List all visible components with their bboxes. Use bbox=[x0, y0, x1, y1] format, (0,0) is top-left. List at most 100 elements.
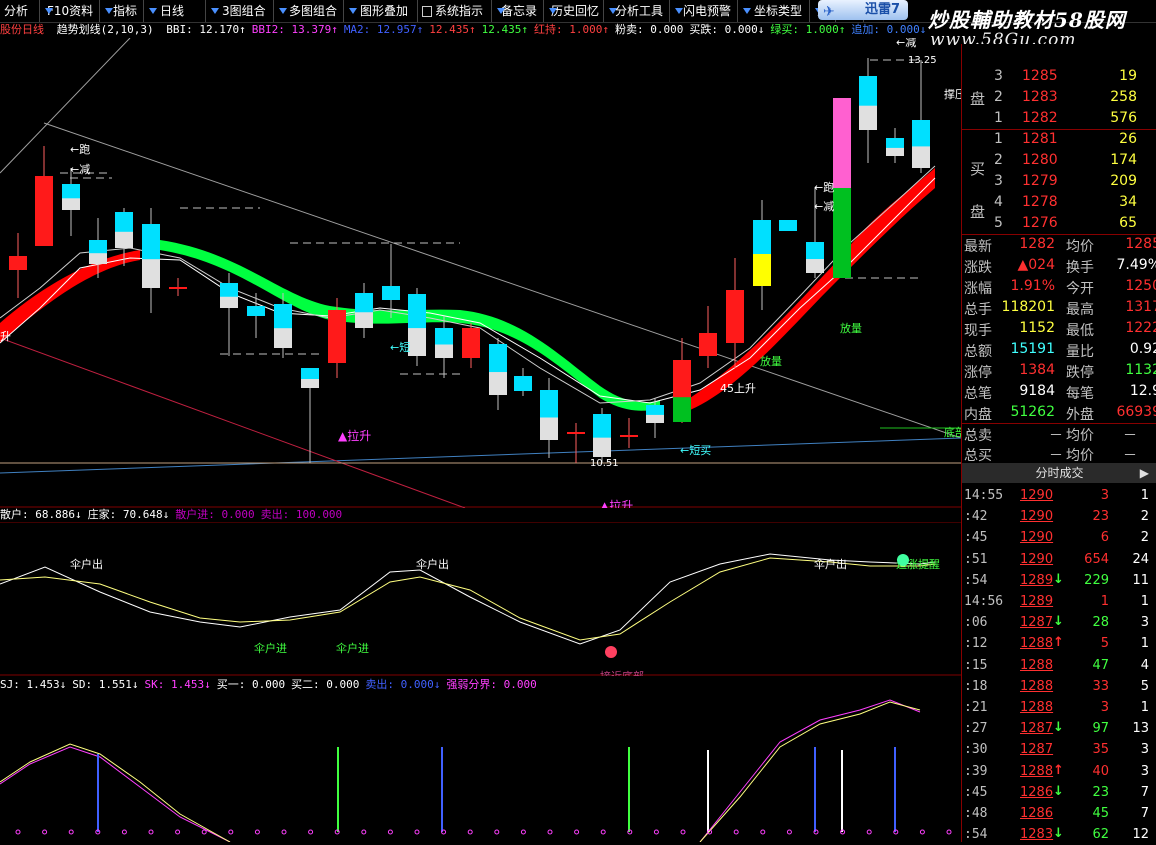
dropdown-arrow-icon bbox=[104, 0, 113, 22]
stat-label: 换手 bbox=[1066, 260, 1094, 276]
candle-body bbox=[382, 286, 400, 300]
baseline-dot bbox=[201, 829, 207, 835]
indicator-value: 追加: 0.000↓ bbox=[851, 23, 927, 36]
stat-row: 涨幅 1.91% 今开 1250 bbox=[962, 276, 1156, 297]
order-level: 5 bbox=[994, 215, 1003, 231]
toolbar-item-11[interactable]: 闪电预警 bbox=[670, 0, 738, 22]
label-jian: ←减 bbox=[814, 200, 834, 213]
toolbar-item-5[interactable]: 多图组合 bbox=[274, 0, 344, 22]
toolbar-item-4[interactable]: 3图组合 bbox=[206, 0, 274, 22]
candle-body bbox=[462, 328, 480, 358]
trades-header-label: 分时成交 bbox=[1035, 466, 1084, 480]
trade-p: 1290 bbox=[1020, 509, 1054, 525]
trade-v: 97 bbox=[1092, 721, 1109, 737]
trade-n: 3 bbox=[1140, 763, 1149, 779]
candle-body bbox=[779, 220, 797, 231]
trade-v: 229 bbox=[1084, 572, 1109, 588]
trade-row: :45 1286 ↓ 23 7 bbox=[962, 782, 1156, 803]
toolbar-item-10[interactable]: 分析工具 bbox=[604, 0, 670, 22]
trade-v: 47 bbox=[1092, 657, 1109, 673]
indicator-value: SK: 1.453↓ bbox=[144, 678, 211, 691]
trade-t: :42 bbox=[964, 509, 988, 525]
trade-t: :06 bbox=[964, 615, 988, 631]
baseline-dot bbox=[866, 829, 872, 835]
stat-value: 1132 bbox=[1125, 362, 1156, 378]
stat-label: 今开 bbox=[1066, 281, 1094, 297]
toolbar-item-label: 分析 bbox=[4, 4, 29, 18]
candle-shade bbox=[806, 259, 824, 273]
low-indicator-line: SJ: 1.453↓ SD: 1.551↓ SK: 1.453↓ 买一: 0.000 买… bbox=[0, 678, 543, 692]
trade-t: :27 bbox=[964, 721, 988, 737]
order-volume: 26 bbox=[1119, 131, 1137, 147]
candle-body bbox=[726, 290, 744, 343]
candle-shade bbox=[89, 253, 107, 264]
baseline-dot bbox=[680, 829, 686, 835]
candle-body bbox=[514, 376, 532, 391]
order-volume: 576 bbox=[1110, 110, 1137, 126]
toolbar-item-0[interactable]: 分析 bbox=[0, 0, 40, 22]
trade-t: :54 bbox=[964, 827, 988, 843]
main-candlestick-chart[interactable]: ←跑←减←跑←减←减▲拉升▲拉升←短买←短10.5113.2545上升放量放量升… bbox=[0, 38, 961, 508]
trade-t: 14:56 bbox=[964, 594, 1004, 609]
baseline-dot bbox=[653, 829, 659, 835]
label-pao: ←跑 bbox=[70, 142, 90, 156]
xunlei-button[interactable]: ✈ 迅雷7 bbox=[818, 0, 908, 20]
stat-label: 总手 bbox=[964, 302, 992, 318]
osc-line-pink bbox=[699, 699, 921, 842]
baseline-dot bbox=[387, 829, 393, 835]
trade-row: 14:56 1289 1 1 bbox=[962, 591, 1156, 612]
toolbar-item-label: 备忘录 bbox=[500, 4, 537, 18]
stat-value: 1152 bbox=[1019, 320, 1055, 336]
toolbar-item-6[interactable]: 图形叠加 bbox=[344, 0, 418, 22]
trade-n: 5 bbox=[1140, 678, 1149, 694]
mid-oscillator-chart[interactable]: 伞户出伞户出伞户出伞户进伞户进接近底部追涨提醒 bbox=[0, 522, 961, 676]
trade-v: 3 bbox=[1100, 700, 1109, 715]
label-low-price: 10.51 bbox=[590, 458, 619, 469]
toolbar-item-3[interactable]: 日线 bbox=[144, 0, 206, 22]
lock-icon bbox=[422, 5, 432, 17]
trade-p: 1288 bbox=[1020, 636, 1054, 652]
candle-body-green bbox=[833, 188, 851, 278]
toolbar-item-label: 图形叠加 bbox=[360, 4, 409, 18]
trade-v: 62 bbox=[1092, 827, 1109, 843]
label-fang-liang: 放量 bbox=[760, 354, 782, 368]
order-volume: 258 bbox=[1110, 89, 1137, 105]
trades-header[interactable]: 分时成交 ▶ bbox=[962, 463, 1156, 483]
trade-direction-icon: ↓ bbox=[1053, 826, 1064, 842]
toolbar-item-7[interactable]: 系统指示 bbox=[418, 0, 492, 22]
baseline-dot bbox=[574, 829, 580, 835]
sell-order-row: 3 1285 19 bbox=[962, 66, 1156, 87]
total-value: － bbox=[1123, 428, 1137, 444]
toolbar-item-8[interactable]: 备忘录 bbox=[492, 0, 544, 22]
toolbar-item-label: 闪电预警 bbox=[682, 4, 731, 18]
trade-v: 6 bbox=[1100, 530, 1109, 546]
order-volume: 34 bbox=[1119, 194, 1137, 210]
trades-toggle-icon[interactable]: ▶ bbox=[1140, 463, 1149, 483]
stat-label: 总笔 bbox=[964, 386, 992, 402]
trade-t: :48 bbox=[964, 806, 988, 821]
ma-line bbox=[0, 165, 936, 404]
stat-value: 1285 bbox=[1125, 236, 1156, 252]
candle-body bbox=[328, 310, 346, 363]
baseline-dot bbox=[919, 829, 925, 835]
label-high-price: 13.25 bbox=[908, 55, 937, 66]
trade-n: 7 bbox=[1140, 784, 1149, 800]
order-price: 1279 bbox=[1022, 173, 1058, 189]
low-oscillator-chart[interactable] bbox=[0, 692, 961, 842]
stat-value: 1250 bbox=[1125, 278, 1156, 294]
toolbar-item-9[interactable]: 历史回忆 bbox=[544, 0, 604, 22]
trade-p: 1290 bbox=[1020, 530, 1054, 546]
label-up45: 45上升 bbox=[720, 382, 756, 395]
indicator-value: 散户: 68.886↓ bbox=[0, 508, 82, 521]
toolbar-item-2[interactable]: 指标 bbox=[100, 0, 144, 22]
toolbar-item-1[interactable]: F10资料 bbox=[40, 0, 100, 22]
trade-direction-icon: ↓ bbox=[1053, 783, 1064, 799]
total-label: 总买 bbox=[964, 448, 992, 464]
toolbar-item-12[interactable]: 坐标类型 bbox=[738, 0, 810, 22]
stat-value: 15191 bbox=[1010, 341, 1055, 357]
candle-body bbox=[620, 435, 638, 437]
order-level: 4 bbox=[994, 194, 1003, 210]
trade-p: 1287 bbox=[1020, 742, 1054, 758]
toolbar-item-label: 系统指示 bbox=[435, 4, 484, 18]
stat-label: 现手 bbox=[964, 323, 992, 339]
